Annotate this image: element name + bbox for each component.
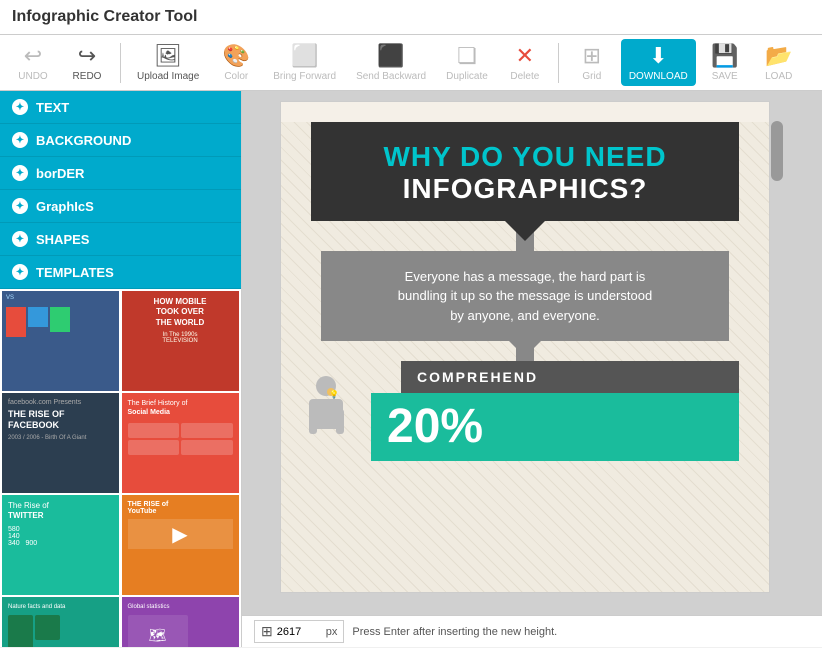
background-icon: ✦ <box>12 132 28 148</box>
ig-figure-area: 💡 <box>281 361 371 461</box>
app-title: Infographic Creator Tool <box>0 0 822 35</box>
template-item[interactable]: HOW MOBILETOOK OVERTHE WORLD In The 1990… <box>122 291 239 391</box>
save-icon: 💾 <box>711 43 738 69</box>
ig-right-col: COMPREHEND 20% <box>371 361 769 461</box>
send-backward-button[interactable]: ⬛ Send Backward <box>348 39 434 86</box>
template-grid: VS HOW MOBILETOOK OVERTHE WORLD In The 1… <box>0 289 241 647</box>
undo-button[interactable]: ↩ UNDO <box>8 39 58 86</box>
duplicate-icon: ❏ <box>457 43 477 69</box>
toolbar-divider2 <box>558 43 559 83</box>
ig-subtitle-block[interactable]: Everyone has a message, the hard part is… <box>321 251 729 342</box>
border-icon: ✦ <box>12 165 28 181</box>
sidebar-item-templates[interactable]: ✦ TEMPLATES <box>0 256 241 289</box>
text-icon: ✦ <box>12 99 28 115</box>
infographic-content: WHY DO YOU NEED INFOGRAPHICS? Everyone h… <box>281 122 769 592</box>
template-item[interactable]: The Rise ofTWITTER 580 140 340 900 <box>2 495 119 595</box>
toolbar-divider <box>120 43 121 83</box>
canvas-area: WHY DO YOU NEED INFOGRAPHICS? Everyone h… <box>242 91 822 647</box>
sidebar-item-text[interactable]: ✦ TEXT <box>0 91 241 124</box>
sidebar-item-shapes[interactable]: ✦ SHAPES <box>0 223 241 256</box>
status-hint: Press Enter after inserting the new heig… <box>352 626 557 638</box>
sidebar-item-graphics[interactable]: ✦ GraphIcS <box>0 190 241 223</box>
shapes-icon: ✦ <box>12 231 28 247</box>
ig-title-block[interactable]: WHY DO YOU NEED INFOGRAPHICS? <box>311 122 739 221</box>
upload-image-button[interactable]: 🖼 Upload Image <box>129 39 207 86</box>
ig-percent-block: 20% <box>371 393 739 461</box>
resize-icon: ⊞ <box>261 623 273 640</box>
template-item[interactable]: facebook.com Presents THE RISE OFFACEBOO… <box>2 393 119 493</box>
upload-icon: 🖼 <box>154 43 182 69</box>
save-button[interactable]: 💾 SAVE <box>700 39 750 86</box>
delete-button[interactable]: ✕ Delete <box>500 39 550 86</box>
sidebar-item-border[interactable]: ✦ borDER <box>0 157 241 190</box>
size-input-group: ⊞ 2617 px <box>254 620 344 643</box>
ig-title-line1: WHY DO YOU NEED <box>335 142 715 173</box>
grid-icon: ⊞ <box>583 43 601 69</box>
ig-figure: 💡 <box>299 374 354 453</box>
canvas-container[interactable]: WHY DO YOU NEED INFOGRAPHICS? Everyone h… <box>242 91 822 615</box>
times-symbol: px <box>326 626 338 638</box>
sidebar: ✦ TEXT ✦ BACKGROUND ✦ borDER ✦ GraphIcS … <box>0 91 242 647</box>
templates-icon: ✦ <box>12 264 28 280</box>
sidebar-item-background[interactable]: ✦ BACKGROUND <box>0 124 241 157</box>
status-bar: ⊞ 2617 px Press Enter after inserting th… <box>242 615 822 647</box>
main-area: ✦ TEXT ✦ BACKGROUND ✦ borDER ✦ GraphIcS … <box>0 91 822 647</box>
template-item[interactable]: Global statistics 🗺 <box>122 597 239 647</box>
delete-icon: ✕ <box>516 43 534 69</box>
graphics-icon: ✦ <box>12 198 28 214</box>
ig-comprehend-label: COMPREHEND <box>401 361 739 393</box>
scrollbar-thumb[interactable] <box>771 121 783 181</box>
canvas[interactable]: WHY DO YOU NEED INFOGRAPHICS? Everyone h… <box>280 101 770 593</box>
redo-icon: ↪ <box>78 43 96 69</box>
download-button[interactable]: ⬇ DOWNLOAD <box>621 39 696 86</box>
ig-bottom-section: 💡 COMPREHEND 20% <box>281 361 769 461</box>
svg-text:💡: 💡 <box>329 389 339 399</box>
send-backward-icon: ⬛ <box>377 43 404 69</box>
height-input[interactable]: 2617 <box>277 626 322 638</box>
redo-button[interactable]: ↪ REDO <box>62 39 112 86</box>
toolbar: ↩ UNDO ↪ REDO 🖼 Upload Image 🎨 Color ⬜ B… <box>0 35 822 91</box>
load-button[interactable]: 📂 LOAD <box>754 39 804 86</box>
template-item[interactable]: THE RISE ofYouTube ▶ <box>122 495 239 595</box>
load-icon: 📂 <box>765 43 792 69</box>
download-icon: ⬇ <box>649 43 667 69</box>
bring-forward-button[interactable]: ⬜ Bring Forward <box>265 39 344 86</box>
undo-icon: ↩ <box>24 43 42 69</box>
template-item[interactable]: VS <box>2 291 119 391</box>
template-item[interactable]: Nature facts and data <box>2 597 119 647</box>
ig-subtitle-text: Everyone has a message, the hard part is… <box>341 267 709 326</box>
ig-title-line2: INFOGRAPHICS? <box>335 173 715 205</box>
bring-forward-icon: ⬜ <box>291 43 318 69</box>
ig-percent-text: 20% <box>387 403 483 451</box>
color-button[interactable]: 🎨 Color <box>211 39 261 86</box>
duplicate-button[interactable]: ❏ Duplicate <box>438 39 496 86</box>
color-icon: 🎨 <box>223 43 250 69</box>
template-item[interactable]: The Brief History ofSocial Media <box>122 393 239 493</box>
grid-button[interactable]: ⊞ Grid <box>567 39 617 86</box>
